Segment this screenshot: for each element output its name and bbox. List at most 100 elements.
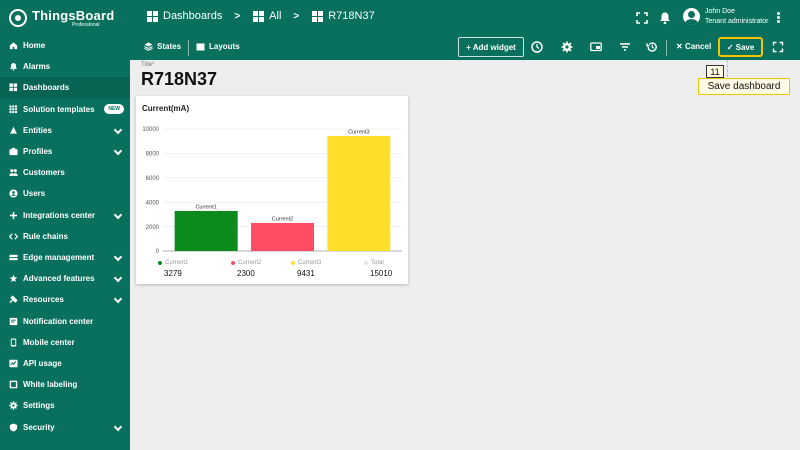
edge-icon [9,254,18,261]
sidebar-item-label: Mobile center [23,337,75,347]
sidebar-item-label: Edge management [23,253,95,262]
chevron-down-icon[interactable] [113,295,123,304]
integrations-icon [9,211,18,219]
sidebar-item-resources[interactable]: Resources [0,289,130,310]
breadcrumb-separator-icon: > [234,10,241,22]
cancel-button[interactable]: ✕ Cancel [676,42,711,51]
sidebar-item-advanced-features[interactable]: Advanced features [0,268,130,289]
sidebar-item-security[interactable]: Security [0,417,130,438]
sidebar-item-label: API usage [23,359,62,368]
sidebar-item-white-labeling[interactable]: White labeling [0,374,130,395]
chevron-down-icon[interactable] [113,210,123,219]
legend-swatch [291,261,295,265]
device-settings-icon[interactable] [590,41,602,53]
add-widget-button[interactable]: + Add widget [458,37,524,57]
check-icon: ✓ [726,42,736,52]
chevron-down-icon[interactable] [113,422,123,431]
thingsboard-logo-icon [9,9,27,27]
cancel-label: Cancel [684,42,712,51]
sidebar-item-solution-templates[interactable]: Solution templates NEW [0,99,130,120]
sidebar-item-customers[interactable]: Customers [0,162,130,183]
legend-item[interactable]: Current1 [158,260,188,266]
sidebar-item-notification-center[interactable]: Notification center [0,311,130,332]
sidebar-item-label: Notification center [23,316,94,326]
brand-name: ThingsBoard [32,8,115,23]
notifications-bell-icon[interactable] [658,11,672,25]
chevron-down-icon[interactable] [113,252,123,262]
settings-icon [9,401,18,411]
app-logo[interactable]: ThingsBoard Professional [8,7,128,31]
history-icon[interactable] [646,41,658,53]
breadcrumb-all[interactable]: All [253,10,281,22]
resources-icon [9,295,18,304]
y-tick-label: 4000 [146,200,160,206]
fullscreen-icon[interactable] [635,11,649,25]
layouts-label: Layouts [209,42,240,51]
bar-current2 [251,222,314,251]
api-icon [9,359,18,368]
breadcrumb-current[interactable]: R718N37 [312,10,375,22]
y-tick-label: 2000 [146,225,160,231]
users-icon [9,189,18,198]
sidebar-item-home[interactable]: Home [0,35,130,56]
notification-icon [9,317,18,325]
sidebar-item-mobile-center[interactable]: Mobile center [0,332,130,353]
sidebar-item-label: Users [23,189,46,199]
sidebar-item-label: Dashboards [23,83,70,93]
page-title[interactable]: R718N37 [141,69,217,90]
gear-icon[interactable] [561,41,573,53]
sidebar-item-label: Rule chains [23,231,68,241]
sidebar-item-alarms[interactable]: Alarms [0,56,130,77]
sidebar-item-label: Resources [23,295,64,305]
breadcrumb-label: Dashboards [163,10,223,22]
top-header: ThingsBoard Professional Dashboards > Al… [0,0,800,36]
sidebar-item-settings[interactable]: Settings [0,395,130,416]
legend-value: 15010 [370,269,393,278]
layers-icon [144,42,153,51]
avatar[interactable] [683,8,700,25]
legend-item[interactable]: Current3 [291,260,321,266]
legend-label: Total [371,260,384,266]
chevron-down-icon[interactable] [113,125,123,135]
more-menu-icon[interactable] [777,12,781,24]
callout-connector [727,60,728,77]
sidebar-item-label: Integrations center [23,210,96,220]
states-button[interactable]: States [144,42,181,51]
sidebar: Home Alarms Dashboards Solution templates NE… [0,36,130,450]
sidebar-item-api-usage[interactable]: API usage [0,353,130,374]
bar-chart-widget[interactable]: 0 2000 4000 6000 8000 10000 Current1 Current2 Cu… [136,96,408,284]
legend-item[interactable]: Current2 [231,260,261,266]
dashboard-icon [9,83,18,92]
sidebar-item-rule-chains[interactable]: Rule chains [0,226,130,247]
chevron-down-icon[interactable] [113,273,123,283]
callout-step-number: 11 [706,65,724,78]
breadcrumb-dashboards[interactable]: Dashboards [147,10,222,22]
legend-value: 3279 [164,269,182,278]
customers-icon [9,169,18,177]
sidebar-item-users[interactable]: Users [0,183,130,204]
sidebar-item-integrations-center[interactable]: Integrations center [0,205,130,226]
home-icon [9,42,18,50]
filter-icon[interactable] [619,41,631,53]
layouts-button[interactable]: Layouts [196,42,240,51]
sidebar-item-edge-management[interactable]: Edge management [0,247,130,268]
breadcrumb: Dashboards > All > R718N37 [147,10,375,22]
clock-icon[interactable] [531,41,543,53]
sidebar-item-entities[interactable]: Entities [0,120,130,141]
legend-label: Current3 [298,260,322,266]
fullscreen-icon[interactable] [772,41,784,53]
legend-label: Current1 [165,260,189,266]
sidebar-item-label: Profiles [23,147,53,156]
legend-label: Current2 [238,260,262,266]
sidebar-item-dashboards[interactable]: Dashboards [0,77,130,99]
save-button[interactable]: ✓ Save [718,37,763,57]
y-tick-label: 6000 [146,176,160,182]
legend-swatch [158,261,162,265]
sidebar-item-profiles[interactable]: Profiles [0,141,130,162]
profiles-icon [9,147,18,156]
chevron-down-icon[interactable] [113,146,123,156]
states-label: States [157,42,182,51]
legend-item[interactable]: Total [364,260,384,266]
sidebar-item-label: Solution templates [23,104,95,114]
user-name: John Doe [705,8,735,15]
